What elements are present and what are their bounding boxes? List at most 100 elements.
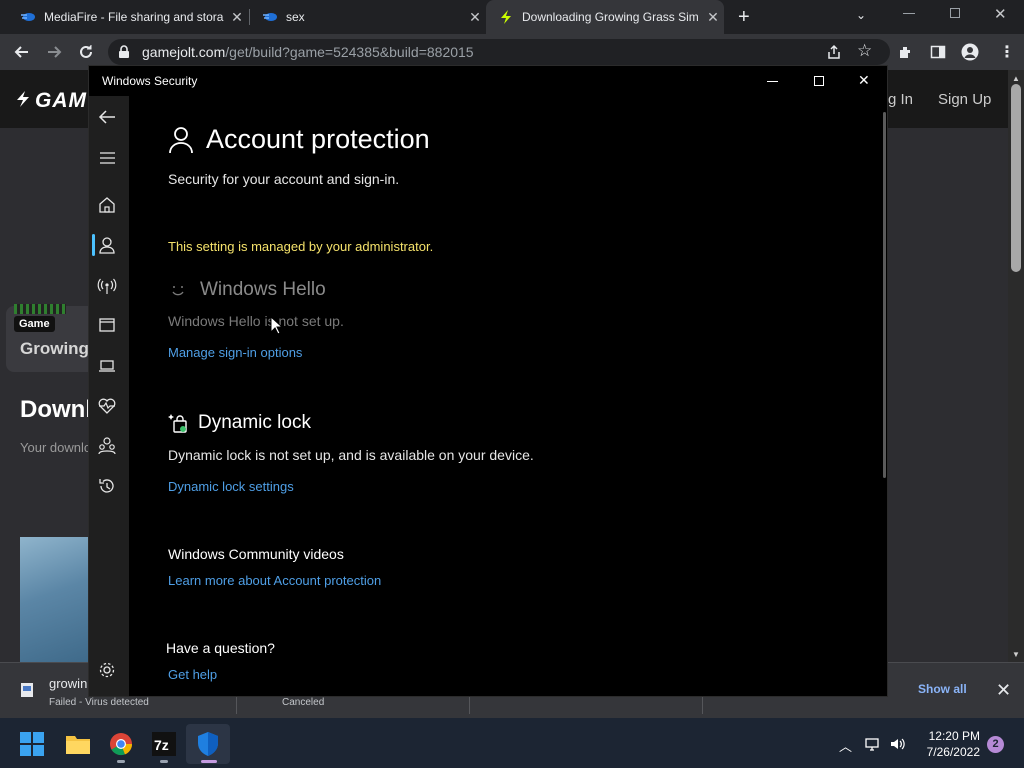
tab-close-icon[interactable]: ✕ — [226, 9, 248, 26]
tab-mediafire[interactable]: MediaFire - File sharing and stora ✕ — [8, 0, 248, 34]
lock-icon[interactable] — [118, 45, 130, 59]
home-icon[interactable] — [96, 194, 120, 216]
tab-search-icon[interactable]: ⌄ — [856, 8, 866, 22]
bookmark-star-icon[interactable]: ☆ — [857, 41, 872, 61]
download-bar-close-icon[interactable]: ✕ — [996, 680, 1011, 701]
sign-in-link[interactable]: g In — [888, 91, 913, 108]
tab-title: MediaFire - File sharing and stora — [44, 10, 224, 24]
running-indicator — [117, 760, 125, 763]
smiley-icon — [168, 280, 188, 300]
windows-security-window — [88, 65, 888, 697]
tab-gamejolt[interactable]: Downloading Growing Grass Sim ✕ — [486, 0, 724, 34]
running-indicator — [160, 760, 168, 763]
forward-icon[interactable] — [45, 43, 63, 61]
restore-icon[interactable] — [950, 8, 960, 18]
side-panel-icon[interactable] — [930, 44, 946, 60]
profile-avatar-icon[interactable] — [961, 43, 979, 61]
windows-hello-description: Windows Hello is not set up. — [168, 313, 344, 329]
account-icon[interactable] — [96, 234, 120, 256]
gamejolt-icon — [498, 9, 514, 25]
dynamic-lock-settings-link[interactable]: Dynamic lock settings — [168, 479, 294, 494]
clock-date[interactable]: 7/26/2022 — [920, 745, 980, 759]
nav-selection-indicator — [92, 234, 95, 256]
window-title: Windows Security — [102, 74, 198, 88]
file-icon — [20, 682, 34, 698]
protection-history-icon[interactable] — [96, 475, 120, 497]
tab-close-icon[interactable]: ✕ — [702, 9, 724, 26]
show-all-button[interactable]: Show all — [918, 682, 967, 696]
gamejolt-logo-text[interactable]: GAM — [35, 89, 87, 113]
community-videos-title: Windows Community videos — [168, 546, 344, 562]
scroll-up-icon[interactable]: ▲ — [1012, 74, 1020, 83]
settings-gear-icon[interactable] — [96, 659, 120, 681]
7zip-icon[interactable]: 7z — [152, 732, 176, 756]
game-title[interactable]: Growing — [20, 339, 89, 359]
extensions-icon[interactable] — [898, 44, 914, 60]
tab-title: Downloading Growing Grass Sim — [522, 10, 699, 24]
gamejolt-logo-icon[interactable] — [14, 90, 32, 108]
page-subtitle: Security for your account and sign-in. — [168, 171, 400, 187]
share-icon[interactable] — [826, 44, 842, 60]
page-scrollbar-thumb[interactable] — [1011, 84, 1021, 272]
device-health-icon[interactable] — [96, 395, 120, 417]
dynamic-lock-header: Dynamic lock — [168, 412, 311, 434]
dynamic-lock-description: Dynamic lock is not set up, and is avail… — [168, 447, 534, 463]
mouse-cursor-icon — [270, 316, 282, 335]
device-security-icon[interactable] — [96, 355, 120, 377]
admin-notice: This setting is managed by your administ… — [168, 239, 434, 254]
download-file-name[interactable]: growin — [49, 676, 87, 691]
minimize-icon[interactable] — [903, 13, 915, 14]
chrome-icon[interactable] — [109, 732, 133, 756]
tab-title: sex — [286, 10, 305, 24]
tab-sex[interactable]: sex ✕ — [250, 0, 486, 34]
browser-menu-icon[interactable]: ⋮ — [999, 42, 1015, 62]
download-subtext: Your downlo — [20, 440, 92, 455]
page-title: Account protection — [206, 124, 430, 154]
browser-close-icon[interactable]: ✕ — [994, 5, 1007, 23]
show-hidden-icons-icon[interactable]: ︿ — [839, 736, 852, 755]
learn-more-link[interactable]: Learn more about Account protection — [168, 573, 381, 588]
mediafire-icon — [262, 9, 278, 25]
window-close-icon[interactable]: ✕ — [858, 72, 870, 89]
app-browser-control-icon[interactable] — [96, 314, 120, 336]
notification-badge[interactable]: 2 — [987, 736, 1004, 753]
security-scrollbar[interactable] — [883, 112, 886, 478]
firewall-network-icon[interactable] — [96, 275, 120, 297]
game-tag-badge: Game — [14, 316, 55, 332]
url-path: /get/build?game=524385&build=882015 — [225, 44, 474, 60]
new-tab-button[interactable]: + — [738, 6, 750, 29]
account-icon — [168, 126, 194, 154]
back-icon[interactable] — [13, 43, 31, 61]
window-maximize-icon[interactable] — [814, 76, 824, 86]
volume-icon[interactable] — [889, 736, 907, 752]
question-title: Have a question? — [166, 640, 275, 656]
svg-text:7z: 7z — [154, 737, 169, 753]
active-indicator — [201, 760, 217, 763]
get-help-link[interactable]: Get help — [168, 667, 217, 682]
url-text: gamejolt.com/get/build?game=524385&build… — [142, 44, 474, 60]
windows-security-icon[interactable] — [196, 731, 220, 757]
tab-close-icon[interactable]: ✕ — [464, 9, 486, 26]
sign-up-link[interactable]: Sign Up — [938, 91, 991, 108]
url-host: gamejolt.com — [142, 44, 226, 60]
clock-time[interactable]: 12:20 PM — [920, 729, 980, 743]
game-card-stripe — [14, 304, 66, 314]
start-icon[interactable] — [20, 732, 44, 756]
windows-hello-header: Windows Hello — [168, 279, 326, 301]
window-minimize-icon[interactable] — [767, 81, 778, 82]
dynamic-lock-icon — [168, 412, 188, 434]
dynamic-lock-title: Dynamic lock — [198, 412, 311, 433]
download-status: Failed - Virus detected — [49, 697, 149, 708]
hamburger-menu-icon[interactable] — [96, 147, 120, 169]
back-arrow-icon[interactable] — [96, 106, 120, 128]
download-heading: Downl — [20, 396, 92, 423]
family-options-icon[interactable] — [96, 435, 120, 457]
download-status-canceled: Canceled — [282, 697, 325, 708]
windows-hello-title: Windows Hello — [200, 279, 326, 300]
file-explorer-icon[interactable] — [65, 733, 91, 755]
network-icon[interactable] — [865, 736, 881, 752]
manage-sign-in-options-link[interactable]: Manage sign-in options — [168, 345, 302, 360]
reload-icon[interactable] — [77, 43, 95, 61]
scroll-down-icon[interactable]: ▼ — [1012, 650, 1020, 659]
game-thumbnail — [20, 537, 90, 662]
